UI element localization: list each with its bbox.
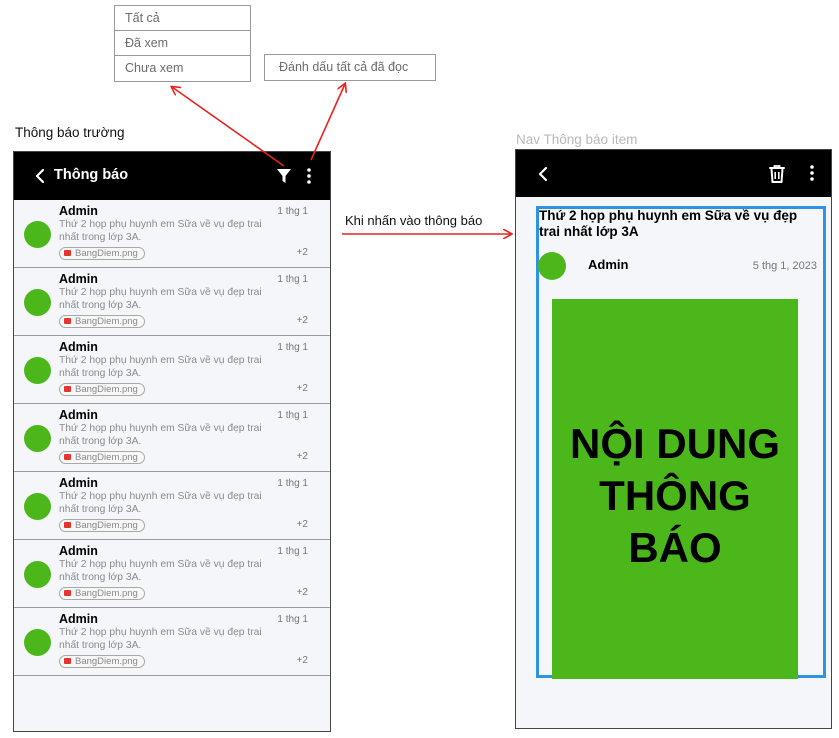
notifications-topbar: Thông báo	[14, 152, 330, 200]
notification-date: 5 thg 1, 2023	[752, 260, 817, 272]
right-screen-label: Nav Thông báo item	[516, 132, 638, 147]
notification-item[interactable]: Admin 1 thg 1 Thứ 2 họp phụ huynh em Sữa…	[14, 608, 330, 676]
notification-sender: Admin	[588, 257, 629, 272]
more-attachments-count: +2	[296, 519, 308, 530]
notification-sender: Admin	[59, 204, 98, 218]
attachment-chip[interactable]: BangDiem.png	[59, 383, 145, 396]
filter-dropdown: Tất cả Đã xem Chưa xem	[114, 5, 251, 82]
attachment-chip[interactable]: BangDiem.png	[59, 451, 145, 464]
image-icon	[64, 386, 71, 392]
attachment-name: BangDiem.png	[75, 452, 138, 463]
notification-date: 1 thg 1	[277, 206, 308, 217]
notification-preview: Thứ 2 họp phụ huynh em Sữa về vụ đẹp tra…	[59, 627, 262, 651]
attachment-name: BangDiem.png	[75, 248, 138, 259]
notification-item[interactable]: Admin 1 thg 1 Thứ 2 họp phụ huynh em Sữa…	[14, 472, 330, 540]
notification-preview: Thứ 2 họp phụ huynh em Sữa về vụ đẹp tra…	[59, 491, 262, 515]
filter-option-all[interactable]: Tất cả	[115, 6, 250, 31]
filter-option-unread[interactable]: Chưa xem	[115, 56, 250, 81]
notification-date: 1 thg 1	[277, 546, 308, 557]
avatar	[538, 252, 566, 280]
attachment-name: BangDiem.png	[75, 588, 138, 599]
notification-item[interactable]: Admin 1 thg 1 Thứ 2 họp phụ huynh em Sữa…	[14, 200, 330, 268]
notifications-screen: Thông báo Admin 1 thg 1 Thứ 2 họp phụ hu…	[13, 151, 331, 732]
notification-date: 1 thg 1	[277, 342, 308, 353]
filter-option-read[interactable]: Đã xem	[115, 31, 250, 56]
page-title: Thông báo	[54, 167, 129, 183]
detail-topbar	[516, 150, 831, 197]
image-icon	[64, 454, 71, 460]
more-attachments-count: +2	[296, 655, 308, 666]
attachment-name: BangDiem.png	[75, 316, 138, 327]
attachment-chip[interactable]: BangDiem.png	[59, 587, 145, 600]
notification-sender: Admin	[59, 408, 98, 422]
notification-sender: Admin	[59, 340, 98, 354]
notification-preview: Thứ 2 họp phụ huynh em Sữa về vụ đẹp tra…	[59, 219, 262, 243]
more-attachments-count: +2	[296, 247, 308, 258]
avatar	[24, 561, 51, 588]
more-vertical-icon[interactable]	[304, 166, 314, 186]
more-attachments-count: +2	[296, 451, 308, 462]
left-screen-label: Thông báo trường	[15, 125, 125, 140]
notification-date: 1 thg 1	[277, 410, 308, 421]
avatar	[24, 357, 51, 384]
chevron-left-icon[interactable]	[535, 164, 553, 184]
avatar	[24, 289, 51, 316]
content-text: NỘI DUNG THÔNG BÁO	[570, 420, 780, 571]
chevron-left-icon[interactable]	[32, 166, 50, 186]
notification-preview: Thứ 2 họp phụ huynh em Sữa về vụ đẹp tra…	[59, 559, 262, 583]
attachment-name: BangDiem.png	[75, 656, 138, 667]
trash-icon[interactable]	[768, 164, 786, 184]
notification-date: 1 thg 1	[277, 478, 308, 489]
more-attachments-count: +2	[296, 315, 308, 326]
notification-item[interactable]: Admin 1 thg 1 Thứ 2 họp phụ huynh em Sữa…	[14, 540, 330, 608]
more-attachments-count: +2	[296, 383, 308, 394]
avatar	[24, 425, 51, 452]
avatar	[24, 493, 51, 520]
attachment-chip[interactable]: BangDiem.png	[59, 315, 145, 328]
notification-item[interactable]: Admin 1 thg 1 Thứ 2 họp phụ huynh em Sữa…	[14, 268, 330, 336]
attachment-chip[interactable]: BangDiem.png	[59, 247, 145, 260]
notification-preview: Thứ 2 họp phụ huynh em Sữa về vụ đẹp tra…	[59, 287, 262, 311]
notification-sender: Admin	[59, 272, 98, 286]
avatar	[24, 221, 51, 248]
notification-date: 1 thg 1	[277, 614, 308, 625]
attachment-name: BangDiem.png	[75, 384, 138, 395]
notification-item[interactable]: Admin 1 thg 1 Thứ 2 họp phụ huynh em Sữa…	[14, 336, 330, 404]
mark-all-read-button[interactable]: Đánh dấu tất cả đã đọc	[264, 54, 436, 81]
more-attachments-count: +2	[296, 587, 308, 598]
notification-preview: Thứ 2 họp phụ huynh em Sữa về vụ đẹp tra…	[59, 355, 262, 379]
flow-label: Khi nhấn vào thông báo	[345, 213, 483, 228]
image-icon	[64, 658, 71, 664]
attachment-chip[interactable]: BangDiem.png	[59, 655, 145, 668]
notification-list: Admin 1 thg 1 Thứ 2 họp phụ huynh em Sữa…	[14, 200, 330, 676]
notification-date: 1 thg 1	[277, 274, 308, 285]
image-icon	[64, 522, 71, 528]
image-icon	[64, 590, 71, 596]
filter-icon[interactable]	[276, 167, 292, 185]
notification-title: Thứ 2 họp phụ huynh em Sữa về vụ đẹp tra…	[539, 208, 798, 239]
arrow-to-mark-all	[310, 84, 345, 161]
notification-preview: Thứ 2 họp phụ huynh em Sữa về vụ đẹp tra…	[59, 423, 262, 447]
notification-detail-screen: Thứ 2 họp phụ huynh em Sữa về vụ đẹp tra…	[515, 149, 832, 729]
avatar	[24, 629, 51, 656]
image-icon	[64, 250, 71, 256]
attachment-name: BangDiem.png	[75, 520, 138, 531]
attachment-chip[interactable]: BangDiem.png	[59, 519, 145, 532]
notification-sender: Admin	[59, 476, 98, 490]
notification-item[interactable]: Admin 1 thg 1 Thứ 2 họp phụ huynh em Sữa…	[14, 404, 330, 472]
notification-sender: Admin	[59, 544, 98, 558]
notification-sender: Admin	[59, 612, 98, 626]
notification-content: NỘI DUNG THÔNG BÁO	[552, 299, 798, 679]
image-icon	[64, 318, 71, 324]
more-vertical-icon[interactable]	[807, 163, 817, 183]
